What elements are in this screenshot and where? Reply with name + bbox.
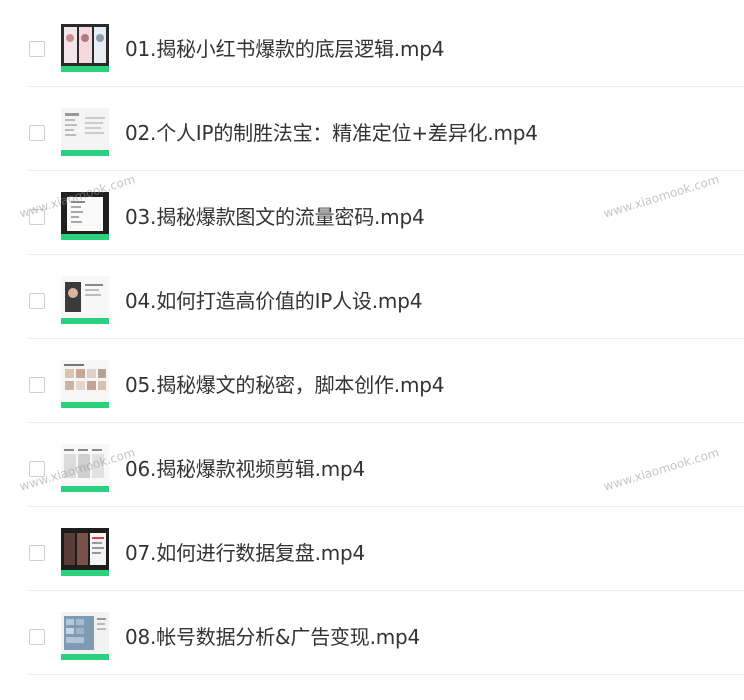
file-checkbox[interactable] [29, 377, 45, 393]
video-thumbnail-icon[interactable] [61, 276, 109, 324]
file-row[interactable]: 02.个人IP的制胜法宝：精准定位+差异化.mp4 [0, 87, 744, 171]
file-checkbox[interactable] [29, 125, 45, 141]
file-row[interactable]: 05.揭秘爆文的秘密，脚本创作.mp4 [0, 339, 744, 423]
file-row[interactable]: 06.揭秘爆款视频剪辑.mp4 [0, 423, 744, 507]
file-row[interactable]: 08.帐号数据分析&广告变现.mp4 [0, 591, 744, 675]
file-checkbox[interactable] [29, 209, 45, 225]
video-thumbnail-icon[interactable] [61, 192, 109, 240]
file-checkbox[interactable] [29, 293, 45, 309]
video-thumbnail-icon[interactable] [61, 444, 109, 492]
file-checkbox[interactable] [29, 545, 45, 561]
file-name[interactable]: 03.揭秘爆款图文的流量密码.mp4 [125, 204, 425, 230]
file-name[interactable]: 05.揭秘爆文的秘密，脚本创作.mp4 [125, 372, 444, 398]
video-thumbnail-icon[interactable] [61, 24, 109, 72]
video-thumbnail-icon[interactable] [61, 528, 109, 576]
file-name[interactable]: 01.揭秘小红书爆款的底层逻辑.mp4 [125, 36, 444, 62]
file-list: 01.揭秘小红书爆款的底层逻辑.mp4 02.个人IP的制胜法宝：精准定位+差异… [0, 0, 744, 700]
file-checkbox[interactable] [29, 461, 45, 477]
file-row[interactable]: 03.揭秘爆款图文的流量密码.mp4 [0, 171, 744, 255]
video-thumbnail-icon[interactable] [61, 360, 109, 408]
file-row[interactable]: 07.如何进行数据复盘.mp4 [0, 507, 744, 591]
file-name[interactable]: 08.帐号数据分析&广告变现.mp4 [125, 624, 420, 650]
file-name[interactable]: 07.如何进行数据复盘.mp4 [125, 540, 365, 566]
file-row[interactable]: 04.如何打造高价值的IP人设.mp4 [0, 255, 744, 339]
file-name[interactable]: 06.揭秘爆款视频剪辑.mp4 [125, 456, 365, 482]
file-name[interactable]: 02.个人IP的制胜法宝：精准定位+差异化.mp4 [125, 120, 538, 146]
row-divider [28, 674, 744, 675]
file-row[interactable]: 01.揭秘小红书爆款的底层逻辑.mp4 [0, 3, 744, 87]
video-thumbnail-icon[interactable] [61, 108, 109, 156]
file-checkbox[interactable] [29, 629, 45, 645]
video-thumbnail-icon[interactable] [61, 612, 109, 660]
file-checkbox[interactable] [29, 41, 45, 57]
file-name[interactable]: 04.如何打造高价值的IP人设.mp4 [125, 288, 422, 314]
